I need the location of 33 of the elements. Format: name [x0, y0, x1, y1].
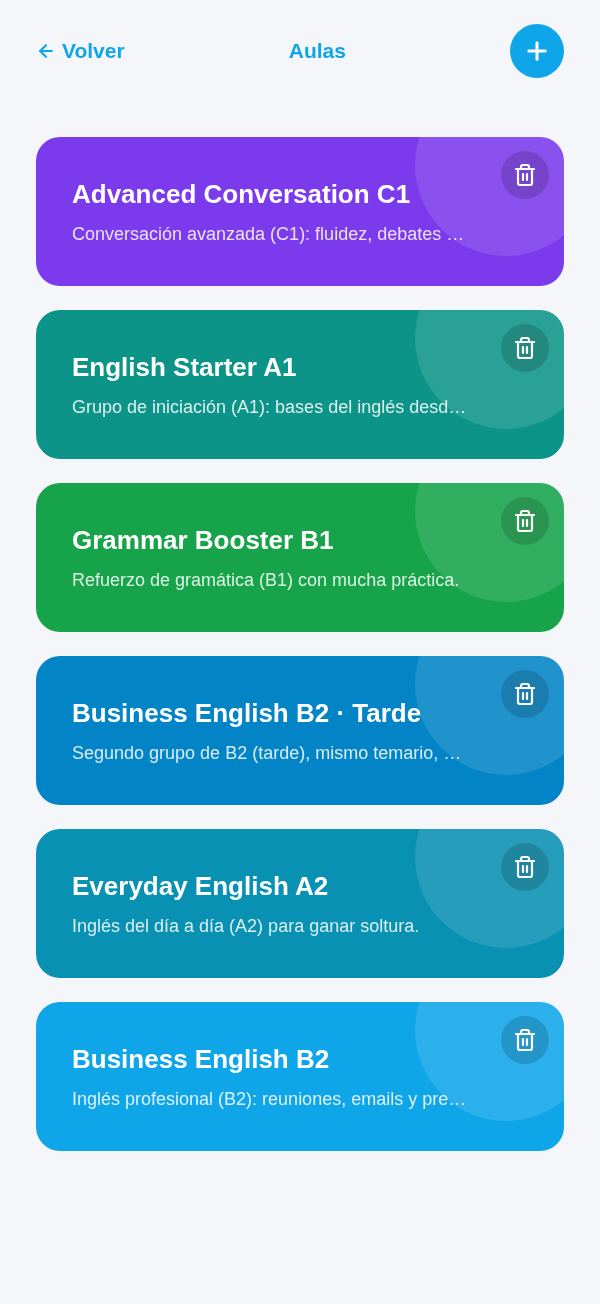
class-title: Business English B2 · Tarde: [72, 696, 423, 729]
class-title: Advanced Conversation C1: [72, 177, 412, 210]
class-title: English Starter A1: [72, 350, 298, 383]
trash-icon: [513, 855, 537, 879]
class-title: Everyday English A2: [72, 869, 330, 902]
class-card[interactable]: English Starter A1 Grupo de iniciación (A1): bases del inglés desd…: [36, 310, 564, 459]
class-description: Segundo grupo de B2 (tarde), mismo temario, …: [72, 741, 463, 765]
class-card[interactable]: Everyday English A2 Inglés del día a día (A2) para ganar soltura.: [36, 829, 564, 978]
delete-button[interactable]: [501, 670, 549, 718]
class-description: Conversación avanzada (C1): fluidez, debates …: [72, 222, 466, 246]
trash-icon: [513, 1028, 537, 1052]
class-description: Grupo de iniciación (A1): bases del inglés desd…: [72, 395, 468, 419]
delete-button[interactable]: [501, 1016, 549, 1064]
class-description: Refuerzo de gramática (B1) con mucha práctica.: [72, 568, 461, 592]
trash-icon: [513, 509, 537, 533]
delete-button[interactable]: [501, 151, 549, 199]
page-title: Aulas: [288, 38, 346, 64]
delete-button[interactable]: [501, 324, 549, 372]
delete-button[interactable]: [501, 497, 549, 545]
class-title: Business English B2: [72, 1042, 331, 1075]
trash-icon: [513, 163, 537, 187]
add-button[interactable]: [510, 24, 564, 78]
trash-icon: [513, 682, 537, 706]
delete-button[interactable]: [501, 843, 549, 891]
class-card[interactable]: Business English B2 · Tarde Segundo grupo de B2 (tarde), mismo temario, …: [36, 656, 564, 805]
class-description: Inglés profesional (B2): reuniones, emails y pre…: [72, 1087, 468, 1111]
class-card[interactable]: Business English B2 Inglés profesional (B2): reuniones, emails y pre…: [36, 1002, 564, 1151]
back-link[interactable]: Volver: [36, 37, 125, 65]
class-title: Grammar Booster B1: [72, 523, 335, 556]
trash-icon: [513, 336, 537, 360]
class-card[interactable]: Grammar Booster B1 Refuerzo de gramática (B1) con mucha práctica.: [36, 483, 564, 632]
class-card[interactable]: Advanced Conversation C1 Conversación avanzada (C1): fluidez, debates …: [36, 137, 564, 286]
class-description: Inglés del día a día (A2) para ganar soltura.: [72, 914, 421, 938]
